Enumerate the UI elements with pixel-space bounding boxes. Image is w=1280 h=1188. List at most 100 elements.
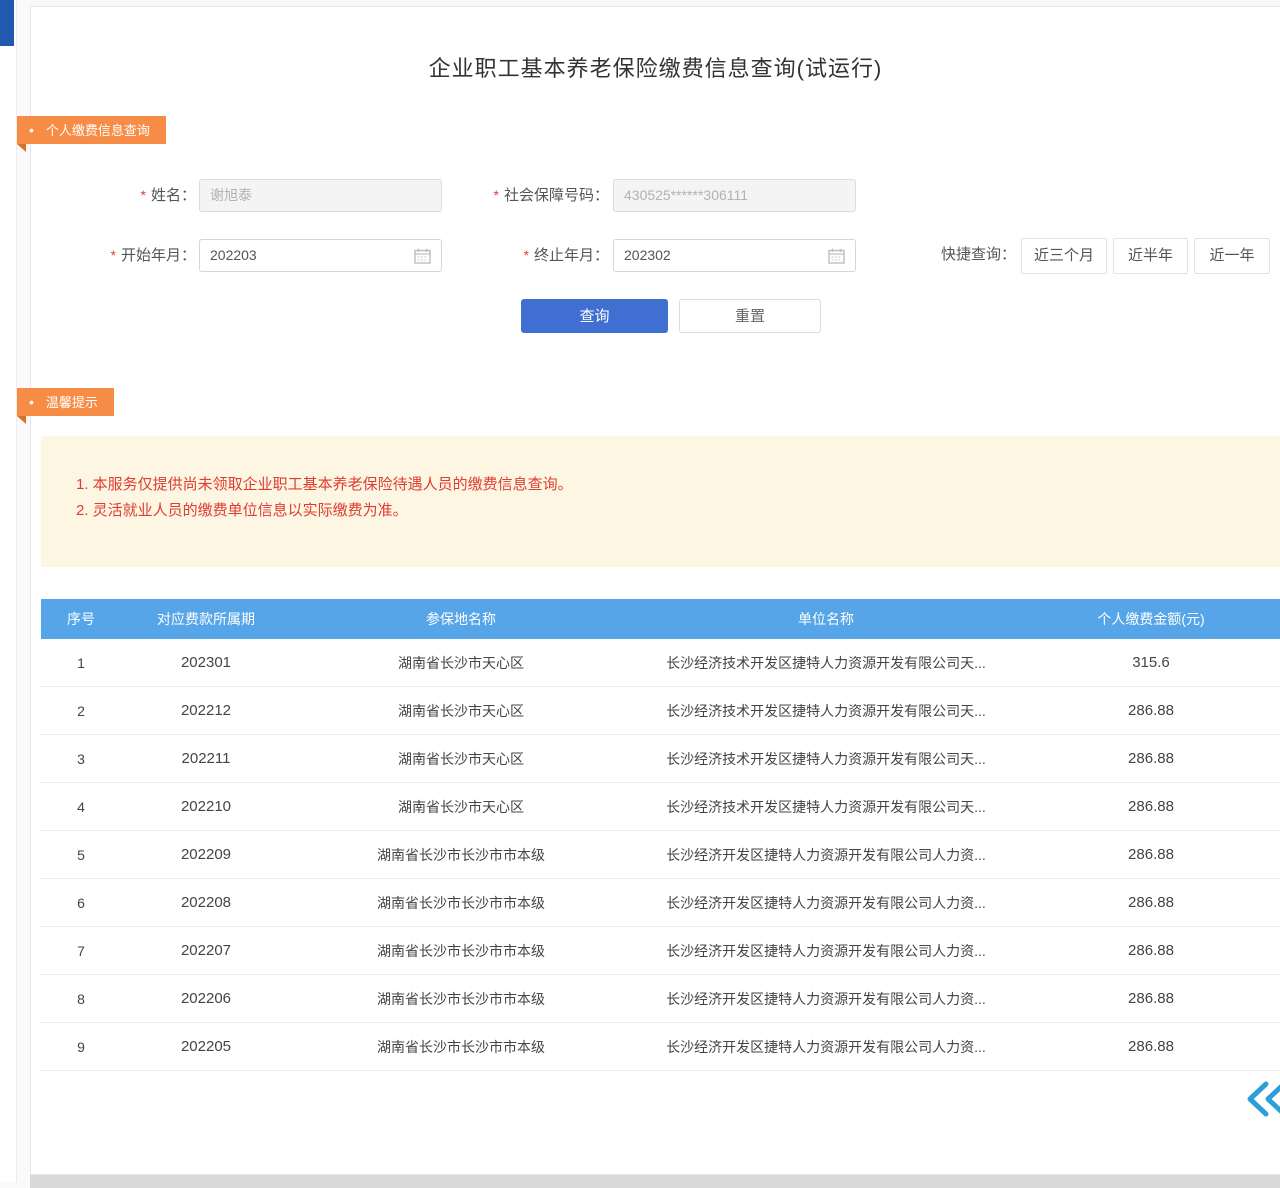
page-title: 企业职工基本养老保险缴费信息查询(试运行) xyxy=(31,51,1280,83)
table-cell: 7 xyxy=(41,943,121,959)
col-header-company: 单位名称 xyxy=(631,609,1021,629)
section-badge-tips: • 温馨提示 xyxy=(17,388,114,416)
table-cell: 长沙经济开发区捷特人力资源开发有限公司人力资... xyxy=(631,989,1021,1009)
table-cell: 长沙经济开发区捷特人力资源开发有限公司人力资... xyxy=(631,893,1021,913)
table-cell: 202205 xyxy=(121,1038,291,1055)
table-row: 3202211湖南省长沙市天心区长沙经济技术开发区捷特人力资源开发有限公司天..… xyxy=(41,735,1280,783)
bottom-scrollbar-track[interactable] xyxy=(30,1175,1280,1188)
start-date-input[interactable]: 202203 xyxy=(199,239,442,272)
calendar-icon[interactable] xyxy=(828,248,845,264)
results-table: 序号 对应费款所属期 参保地名称 单位名称 个人缴费金额(元) 1202301湖… xyxy=(41,599,1280,1071)
table-cell: 湖南省长沙市天心区 xyxy=(291,701,631,721)
quick-btn-last-half-year[interactable]: 近半年 xyxy=(1113,238,1188,274)
section-badge-label: 温馨提示 xyxy=(46,395,98,410)
table-cell: 长沙经济技术开发区捷特人力资源开发有限公司天... xyxy=(631,797,1021,817)
required-asterisk: * xyxy=(524,247,529,263)
table-cell: 湖南省长沙市长沙市市本级 xyxy=(291,893,631,913)
table-cell: 湖南省长沙市天心区 xyxy=(291,653,631,673)
name-label: *姓名： xyxy=(31,179,196,212)
required-asterisk: * xyxy=(111,247,116,263)
table-cell: 长沙经济技术开发区捷特人力资源开发有限公司天... xyxy=(631,749,1021,769)
quick-btn-last-3-months[interactable]: 近三个月 xyxy=(1021,238,1107,274)
table-cell: 202209 xyxy=(121,846,291,863)
notice-line: 2. 灵活就业人员的缴费单位信息以实际缴费为准。 xyxy=(76,498,1260,524)
table-cell: 3 xyxy=(41,751,121,767)
table-cell: 286.88 xyxy=(1021,942,1280,959)
table-cell: 1 xyxy=(41,655,121,671)
ssn-label: *社会保障号码： xyxy=(444,179,609,212)
table-cell: 202301 xyxy=(121,654,291,671)
ribbon-fold-icon xyxy=(17,416,26,424)
table-cell: 286.88 xyxy=(1021,702,1280,719)
table-cell: 6 xyxy=(41,895,121,911)
table-cell: 286.88 xyxy=(1021,990,1280,1007)
required-asterisk: * xyxy=(494,187,499,203)
badge-bullet-icon: • xyxy=(29,394,34,410)
required-asterisk: * xyxy=(141,187,146,203)
col-header-period: 对应费款所属期 xyxy=(121,609,291,629)
table-cell: 202208 xyxy=(121,894,291,911)
col-header-region: 参保地名称 xyxy=(291,609,631,629)
quick-btn-last-year[interactable]: 近一年 xyxy=(1194,238,1270,274)
col-header-seq: 序号 xyxy=(41,609,121,629)
notice-line: 1. 本服务仅提供尚未领取企业职工基本养老保险待遇人员的缴费信息查询。 xyxy=(76,472,1260,498)
start-date-label: *开始年月： xyxy=(31,239,196,272)
table-body: 1202301湖南省长沙市天心区长沙经济技术开发区捷特人力资源开发有限公司天..… xyxy=(41,639,1280,1071)
table-row: 2202212湖南省长沙市天心区长沙经济技术开发区捷特人力资源开发有限公司天..… xyxy=(41,687,1280,735)
section-badge-personal-query: • 个人缴费信息查询 xyxy=(17,116,166,144)
table-cell: 湖南省长沙市天心区 xyxy=(291,797,631,817)
table-cell: 长沙经济技术开发区捷特人力资源开发有限公司天... xyxy=(631,701,1021,721)
end-date-value: 202302 xyxy=(624,240,671,271)
table-cell: 202206 xyxy=(121,990,291,1007)
table-cell: 8 xyxy=(41,991,121,1007)
table-cell: 5 xyxy=(41,847,121,863)
table-cell: 9 xyxy=(41,1039,121,1055)
table-row: 8202206湖南省长沙市长沙市市本级长沙经济开发区捷特人力资源开发有限公司人力… xyxy=(41,975,1280,1023)
table-cell: 长沙经济开发区捷特人力资源开发有限公司人力资... xyxy=(631,1037,1021,1057)
table-cell: 湖南省长沙市长沙市市本级 xyxy=(291,845,631,865)
ssn-field: 430525******306111 xyxy=(613,179,856,212)
end-date-label: *终止年月： xyxy=(444,239,609,272)
col-header-amount: 个人缴费金额(元) xyxy=(1021,609,1280,629)
collapsed-sidebar xyxy=(0,0,17,1182)
table-cell: 4 xyxy=(41,799,121,815)
table-cell: 202211 xyxy=(121,750,291,767)
main-panel: 企业职工基本养老保险缴费信息查询(试运行) • 个人缴费信息查询 *姓名： 谢旭泰… xyxy=(30,6,1280,1175)
table-cell: 湖南省长沙市长沙市市本级 xyxy=(291,989,631,1009)
table-cell: 长沙经济技术开发区捷特人力资源开发有限公司天... xyxy=(631,653,1021,673)
table-cell: 286.88 xyxy=(1021,798,1280,815)
table-cell: 202210 xyxy=(121,798,291,815)
table-cell: 202207 xyxy=(121,942,291,959)
sidebar-brand-block xyxy=(0,0,14,46)
table-row: 9202205湖南省长沙市长沙市市本级长沙经济开发区捷特人力资源开发有限公司人力… xyxy=(41,1023,1280,1071)
notice-box: 1. 本服务仅提供尚未领取企业职工基本养老保险待遇人员的缴费信息查询。 2. 灵… xyxy=(41,436,1280,567)
table-cell: 湖南省长沙市长沙市市本级 xyxy=(291,941,631,961)
reset-button[interactable]: 重置 xyxy=(679,299,821,333)
table-cell: 长沙经济开发区捷特人力资源开发有限公司人力资... xyxy=(631,941,1021,961)
ribbon-fold-icon xyxy=(17,144,26,152)
collapse-panel-chevron-icon[interactable] xyxy=(1244,1079,1280,1119)
start-date-value: 202203 xyxy=(210,240,257,271)
table-cell: 2 xyxy=(41,703,121,719)
quick-query-label: 快捷查询： xyxy=(871,238,1016,272)
table-cell: 202212 xyxy=(121,702,291,719)
query-button[interactable]: 查询 xyxy=(521,299,668,333)
table-cell: 长沙经济开发区捷特人力资源开发有限公司人力资... xyxy=(631,845,1021,865)
table-cell: 315.6 xyxy=(1021,654,1280,671)
table-cell: 286.88 xyxy=(1021,846,1280,863)
table-cell: 286.88 xyxy=(1021,750,1280,767)
name-field: 谢旭泰 xyxy=(199,179,442,212)
table-cell: 湖南省长沙市天心区 xyxy=(291,749,631,769)
table-cell: 286.88 xyxy=(1021,1038,1280,1055)
badge-bullet-icon: • xyxy=(29,122,34,138)
table-row: 7202207湖南省长沙市长沙市市本级长沙经济开发区捷特人力资源开发有限公司人力… xyxy=(41,927,1280,975)
table-row: 4202210湖南省长沙市天心区长沙经济技术开发区捷特人力资源开发有限公司天..… xyxy=(41,783,1280,831)
end-date-input[interactable]: 202302 xyxy=(613,239,856,272)
section-badge-label: 个人缴费信息查询 xyxy=(46,123,150,138)
table-cell: 湖南省长沙市长沙市市本级 xyxy=(291,1037,631,1057)
calendar-icon[interactable] xyxy=(414,248,431,264)
table-row: 6202208湖南省长沙市长沙市市本级长沙经济开发区捷特人力资源开发有限公司人力… xyxy=(41,879,1280,927)
table-row: 1202301湖南省长沙市天心区长沙经济技术开发区捷特人力资源开发有限公司天..… xyxy=(41,639,1280,687)
table-cell: 286.88 xyxy=(1021,894,1280,911)
table-header-row: 序号 对应费款所属期 参保地名称 单位名称 个人缴费金额(元) xyxy=(41,599,1280,639)
